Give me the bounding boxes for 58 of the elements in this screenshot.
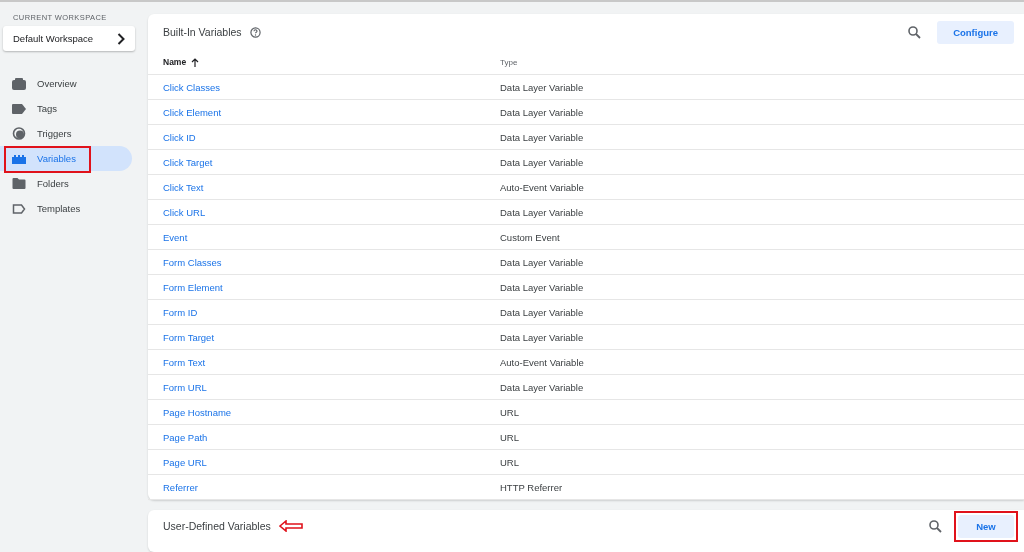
card-title: User-Defined Variables: [163, 520, 271, 532]
table-cell-text: Data Layer Variable: [500, 306, 585, 318]
variable-link[interactable]: Form URL: [148, 381, 207, 393]
table-cell-text: Auto-Event Variable: [500, 356, 585, 368]
table-cell-text: Data Layer Variable: [500, 381, 585, 393]
table-cell-text: Data Layer Variable: [500, 106, 585, 118]
variable-link[interactable]: Form Target: [148, 331, 215, 343]
search-icon[interactable]: [908, 25, 922, 39]
table-cell-text: Data Layer Variable: [500, 256, 585, 268]
variable-link[interactable]: Page URL: [148, 456, 207, 468]
variable-link[interactable]: Click Classes: [148, 81, 220, 93]
workspace-selector[interactable]: Default Workspace: [3, 26, 135, 51]
chevron-icon: [117, 32, 125, 45]
nav-item[interactable]: Templates: [0, 196, 132, 221]
tag-icon: [12, 103, 26, 114]
variable-link[interactable]: Page Path: [148, 431, 208, 443]
nav-item[interactable]: Triggers: [0, 121, 132, 146]
variable-link[interactable]: Form Classes: [148, 256, 222, 268]
variable-link[interactable]: Form ID: [148, 306, 198, 318]
table-cell-text: Data Layer Variable: [500, 331, 585, 343]
table-cell-text: Data Layer Variable: [500, 81, 585, 93]
new-button[interactable]: New: [958, 514, 1014, 538]
folder-icon: [12, 178, 26, 189]
nav-item[interactable]: Variables: [0, 146, 132, 171]
table-cell-text: Auto-Event Variable: [500, 181, 585, 193]
variable-link[interactable]: Event: [148, 231, 188, 243]
sort-up-icon: [191, 57, 200, 67]
table-cell-text: Data Layer Variable: [500, 156, 585, 168]
table-cell-text: Data Layer Variable: [500, 281, 585, 293]
table-cell-text: URL: [500, 406, 520, 418]
column-header[interactable]: Name: [148, 57, 200, 67]
briefcase-icon: [12, 77, 26, 90]
label-outline-icon: [12, 203, 26, 214]
column-header[interactable]: Type: [500, 57, 1024, 67]
nav-item[interactable]: Overview: [0, 71, 132, 96]
help-icon[interactable]: [249, 26, 261, 38]
nav-item[interactable]: Folders: [0, 171, 132, 196]
table-cell-text: URL: [500, 456, 520, 468]
trigger-icon: [12, 127, 26, 140]
variable-link[interactable]: Click ID: [148, 131, 196, 143]
table-cell-text: URL: [500, 431, 520, 443]
search-icon[interactable]: [929, 519, 942, 533]
variable-link[interactable]: Form Element: [148, 281, 223, 293]
card-title: Built-In Variables: [163, 26, 242, 38]
table-cell-text: Data Layer Variable: [500, 131, 585, 143]
variable-link[interactable]: Click Element: [148, 106, 222, 118]
blocks-icon: [12, 153, 26, 164]
variable-link[interactable]: Click Target: [148, 156, 213, 168]
table-cell-text: Data Layer Variable: [500, 206, 585, 218]
nav-item[interactable]: Tags: [0, 96, 132, 121]
configure-button[interactable]: Configure: [937, 20, 1014, 44]
variable-link[interactable]: Click URL: [148, 206, 206, 218]
variable-link[interactable]: Page Hostname: [148, 406, 232, 418]
variable-link[interactable]: Click Text: [148, 181, 204, 193]
variable-link[interactable]: Form Text: [148, 356, 206, 368]
table-cell-text: HTTP Referrer: [500, 481, 564, 493]
table-cell-text: Custom Event: [500, 231, 561, 243]
variable-link[interactable]: Referrer: [148, 481, 198, 493]
